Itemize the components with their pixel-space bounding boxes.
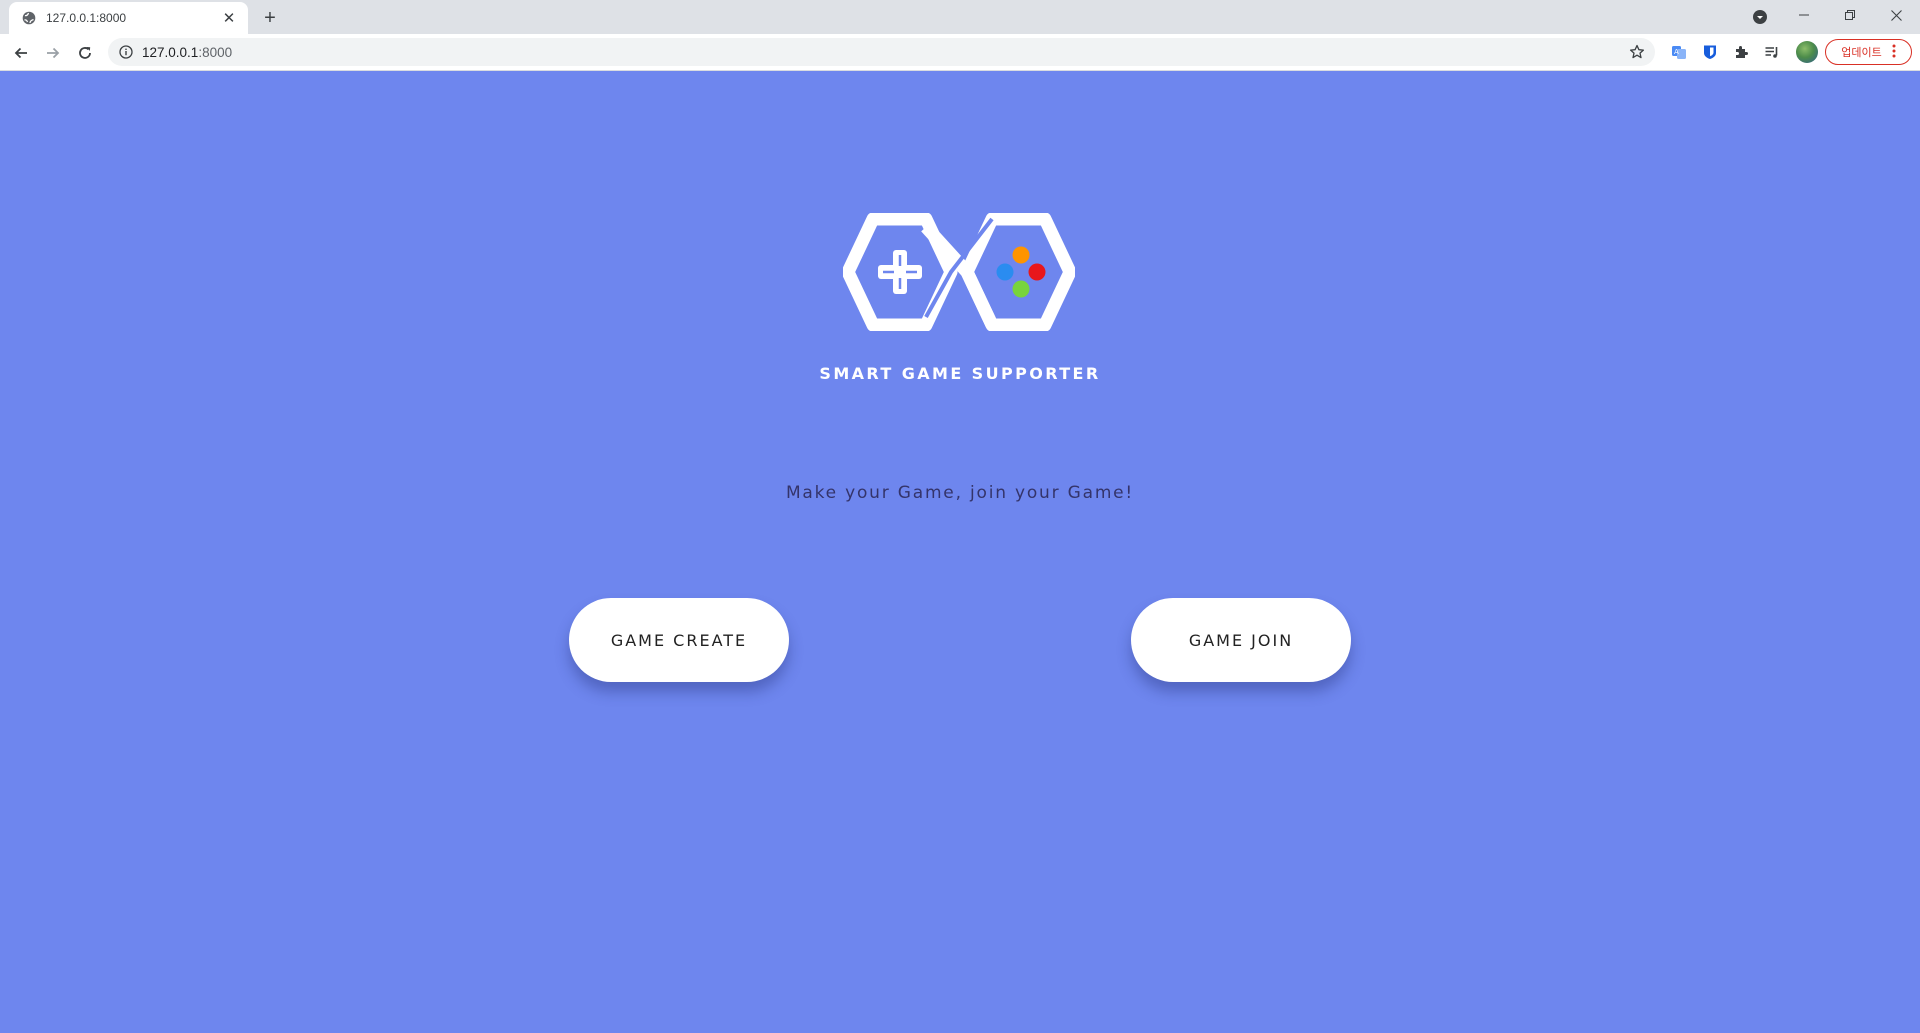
profile-avatar[interactable] bbox=[1796, 41, 1818, 63]
translate-extension-icon[interactable]: A bbox=[1669, 42, 1689, 62]
tab-search-icon[interactable] bbox=[1750, 7, 1770, 27]
browser-toolbar: 127.0.0.1:8000 A 업데이트 bbox=[0, 34, 1920, 71]
orange-button-dot bbox=[1012, 246, 1030, 264]
game-join-button[interactable]: GAME JOIN bbox=[1131, 598, 1351, 682]
address-bar[interactable]: 127.0.0.1:8000 bbox=[108, 38, 1655, 66]
brand-title: SMART GAME SUPPORTER bbox=[819, 364, 1101, 383]
site-info-icon[interactable] bbox=[118, 44, 134, 60]
globe-icon bbox=[21, 10, 37, 26]
game-create-button[interactable]: GAME CREATE bbox=[569, 598, 789, 682]
page-content: SMART GAME SUPPORTER Make your Game, joi… bbox=[0, 71, 1920, 1033]
media-playlist-icon[interactable] bbox=[1762, 42, 1782, 62]
close-tab-icon[interactable]: ✕ bbox=[220, 9, 238, 27]
browser-tab[interactable]: 127.0.0.1:8000 ✕ bbox=[9, 2, 248, 34]
url-port: :8000 bbox=[198, 44, 233, 60]
url-text: 127.0.0.1:8000 bbox=[142, 45, 232, 60]
new-tab-button[interactable]: + bbox=[258, 6, 282, 30]
red-button-dot bbox=[1028, 263, 1046, 281]
minimize-button[interactable] bbox=[1781, 0, 1827, 30]
update-label: 업데이트 bbox=[1841, 47, 1882, 59]
tagline: Make your Game, join your Game! bbox=[785, 483, 1135, 503]
bitwarden-extension-icon[interactable] bbox=[1700, 42, 1720, 62]
restore-button[interactable] bbox=[1827, 0, 1873, 30]
svg-text:A: A bbox=[1674, 48, 1679, 56]
reload-button[interactable] bbox=[71, 39, 99, 67]
url-host: 127.0.0.1 bbox=[142, 44, 199, 60]
forward-button[interactable] bbox=[39, 39, 67, 67]
back-button[interactable] bbox=[7, 39, 35, 67]
green-button-dot bbox=[1012, 280, 1030, 298]
update-button[interactable]: 업데이트 bbox=[1825, 39, 1912, 65]
tab-title: 127.0.0.1:8000 bbox=[46, 11, 127, 25]
more-menu-icon bbox=[1892, 44, 1896, 61]
tab-strip: 127.0.0.1:8000 ✕ + bbox=[0, 0, 1920, 34]
close-window-button[interactable] bbox=[1873, 0, 1919, 30]
blue-button-dot bbox=[996, 263, 1014, 281]
gamepad-logo-icon bbox=[843, 213, 1075, 331]
extensions-puzzle-icon[interactable] bbox=[1731, 42, 1751, 62]
bookmark-star-icon[interactable] bbox=[1627, 42, 1647, 62]
